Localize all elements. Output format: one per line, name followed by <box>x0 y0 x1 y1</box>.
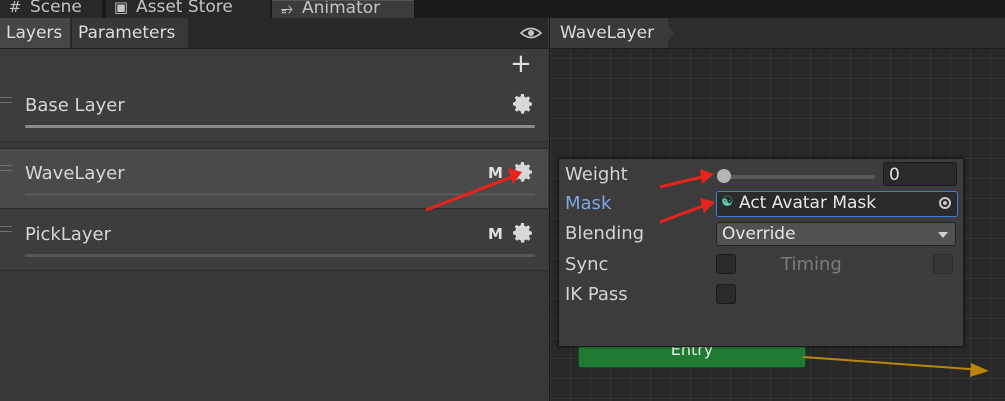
layer-name: WaveLayer <box>25 163 125 184</box>
tab-animator[interactable]: ⥵ Animator <box>272 0 414 18</box>
sync-checkbox[interactable] <box>716 254 736 274</box>
mask-value: Act Avatar Mask <box>739 193 877 213</box>
mask-field[interactable]: ☯ Act Avatar Mask <box>716 191 958 217</box>
timing-label: Timing <box>781 254 842 275</box>
weight-input[interactable]: 0 <box>883 162 957 186</box>
store-icon: ▣ <box>113 0 129 16</box>
tab-parameters[interactable]: Parameters <box>72 18 188 48</box>
plus-icon[interactable]: + <box>510 51 532 77</box>
weight-label: Weight <box>565 164 628 185</box>
breadcrumb: WaveLayer <box>550 18 1005 49</box>
tab-scene-label: Scene <box>30 0 82 17</box>
mask-label: Mask <box>565 193 612 214</box>
layer-name: Base Layer <box>25 95 125 116</box>
tab-asset-store-label: Asset Store <box>136 0 233 17</box>
hash-icon: # <box>8 0 22 16</box>
sync-label: Sync <box>565 254 609 275</box>
layer-item-wave[interactable]: WaveLayer M <box>0 148 548 209</box>
animator-icon: ⥵ <box>280 0 293 17</box>
tab-asset-store[interactable]: ▣ Asset Store <box>106 0 270 18</box>
layer-name: PickLayer <box>25 224 111 245</box>
ik-pass-checkbox[interactable] <box>716 284 736 304</box>
gear-icon[interactable] <box>511 92 535 116</box>
transition-arrow[interactable] <box>803 353 1005 383</box>
chevron-down-icon <box>938 232 948 238</box>
layer-weight-bar <box>25 193 535 196</box>
eye-icon[interactable] <box>519 24 543 42</box>
weight-slider[interactable] <box>723 175 875 179</box>
object-picker-icon[interactable] <box>939 197 951 209</box>
panel-tab-bar: Layers Parameters <box>0 18 548 49</box>
layers-panel: Layers Parameters + Base Layer WaveLayer… <box>0 18 548 401</box>
breadcrumb-layer[interactable]: WaveLayer <box>550 18 669 48</box>
layer-weight-bar <box>25 125 535 128</box>
mask-badge: M <box>488 164 503 182</box>
weight-slider-handle[interactable] <box>717 169 731 183</box>
breadcrumb-arrow <box>662 18 674 48</box>
blending-value: Override <box>722 224 796 244</box>
layer-weight-bar <box>25 254 535 257</box>
tab-animator-label: Animator <box>302 0 381 18</box>
tab-layers[interactable]: Layers <box>0 18 70 48</box>
ik-pass-label: IK Pass <box>565 284 628 305</box>
drag-handle-icon[interactable] <box>0 165 12 171</box>
drag-handle-icon[interactable] <box>0 226 12 232</box>
gear-icon[interactable] <box>511 221 535 245</box>
avatar-mask-icon: ☯ <box>721 194 734 210</box>
layer-toolbar: + <box>0 49 548 82</box>
tab-scene[interactable]: # Scene <box>0 0 102 18</box>
drag-handle-icon[interactable] <box>0 97 12 103</box>
layer-settings-popup: Weight 0 Mask ☯ Act Avatar Mask Blending… <box>558 158 964 347</box>
layer-item-pick[interactable]: PickLayer M <box>0 210 548 271</box>
layer-item-base[interactable]: Base Layer <box>0 81 548 142</box>
gear-icon[interactable] <box>511 160 535 184</box>
window-tab-bar: # Scene ▣ Asset Store ⥵ Animator <box>0 0 1005 18</box>
mask-badge: M <box>488 225 503 243</box>
blending-dropdown[interactable]: Override <box>716 222 956 246</box>
blending-label: Blending <box>565 223 645 244</box>
timing-checkbox <box>933 254 953 274</box>
